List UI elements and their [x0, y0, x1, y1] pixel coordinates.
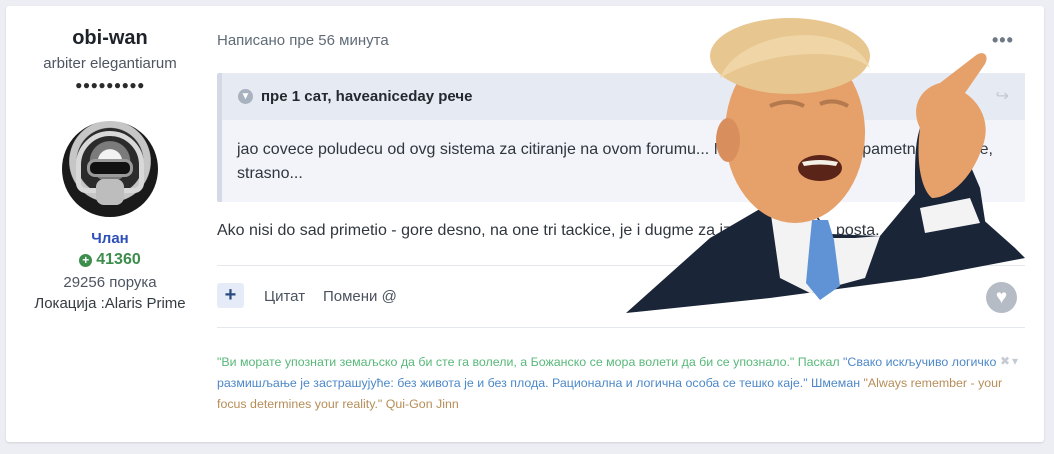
avatar-face-shape	[96, 179, 124, 205]
avatar-visor-shape	[87, 159, 133, 177]
author-title: arbiter elegantiarum	[43, 55, 177, 72]
ear-shape	[716, 118, 740, 162]
close-icon[interactable]: ✖▾	[1000, 354, 1020, 368]
pointing-man-image	[626, 18, 1025, 313]
signature-quote-pascal: "Ви морате упознати земаљско да би сте г…	[217, 355, 840, 369]
author-location: Локација :Alaris Prime	[34, 295, 186, 312]
post-timestamp[interactable]: Написано пре 56 минута	[217, 32, 389, 49]
quote-button[interactable]: Цитат	[264, 288, 305, 305]
rank-pips: ●●●●●●●●●	[75, 78, 145, 92]
reputation-badge: +41360	[6, 251, 214, 269]
quote-citation: пре 1 сат, haveaniceday рече	[261, 88, 473, 105]
author-name[interactable]: obi-wan	[6, 27, 214, 50]
plus-circle-icon: +	[79, 254, 93, 267]
signature: "Ви морате упознати земаљско да би сте г…	[217, 352, 1007, 415]
avatar[interactable]	[62, 121, 158, 217]
post-count: 29256 порука	[63, 274, 157, 291]
member-group: Члан	[91, 230, 129, 247]
mention-button[interactable]: Помени @	[323, 288, 397, 305]
chevron-down-icon[interactable]: ▼	[238, 89, 253, 104]
reputation-count: 41360	[96, 251, 141, 268]
divider	[217, 327, 1025, 328]
hand-shape	[916, 53, 987, 198]
multiquote-add-button[interactable]: +	[217, 283, 244, 308]
mouth-shape	[798, 155, 842, 181]
tie-shape	[806, 220, 840, 300]
